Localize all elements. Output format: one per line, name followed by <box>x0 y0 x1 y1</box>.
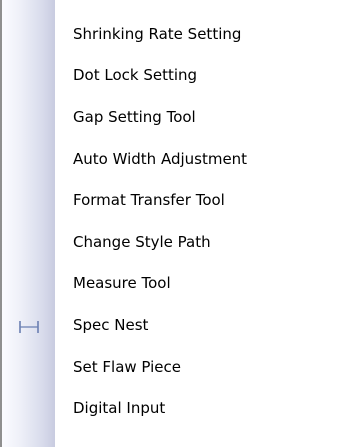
menu-item-measure-tool[interactable]: Measure Tool <box>0 264 357 306</box>
menu-item-label: Spec Nest <box>73 315 149 334</box>
menu-item-label: Format Transfer Tool <box>73 191 225 210</box>
menu-item-format-transfer-tool[interactable]: Format Transfer Tool <box>0 180 357 222</box>
menu-item-change-style-path[interactable]: Change Style Path <box>0 222 357 264</box>
menu-item-set-flaw-piece[interactable]: Set Flaw Piece <box>0 347 357 389</box>
menu-item-label: Gap Setting Tool <box>73 107 196 126</box>
menu-item-auto-width-adjustment[interactable]: Auto Width Adjustment <box>0 139 357 181</box>
menu-item-label: Dot Lock Setting <box>73 66 198 85</box>
menu-item-gap-setting-tool[interactable]: Gap Setting Tool <box>0 97 357 139</box>
context-menu: Shrinking Rate Setting Dot Lock Setting … <box>0 0 357 447</box>
menu-item-label: Change Style Path <box>73 232 211 251</box>
menu-item-shrinking-rate-setting[interactable]: Shrinking Rate Setting <box>0 14 357 56</box>
menu-item-spec-nest[interactable]: Spec Nest <box>0 305 357 347</box>
menu-item-label: Shrinking Rate Setting <box>73 24 242 43</box>
menu-item-dot-lock-setting[interactable]: Dot Lock Setting <box>0 56 357 98</box>
menu-item-label: Measure Tool <box>73 274 171 293</box>
menu-item-label: Set Flaw Piece <box>73 357 182 376</box>
spec-nest-icon <box>18 319 40 333</box>
menu-items: Shrinking Rate Setting Dot Lock Setting … <box>0 14 357 430</box>
menu-item-label: Auto Width Adjustment <box>73 149 248 168</box>
menu-item-label: Digital Input <box>73 399 166 418</box>
menu-item-digital-input[interactable]: Digital Input <box>0 388 357 430</box>
